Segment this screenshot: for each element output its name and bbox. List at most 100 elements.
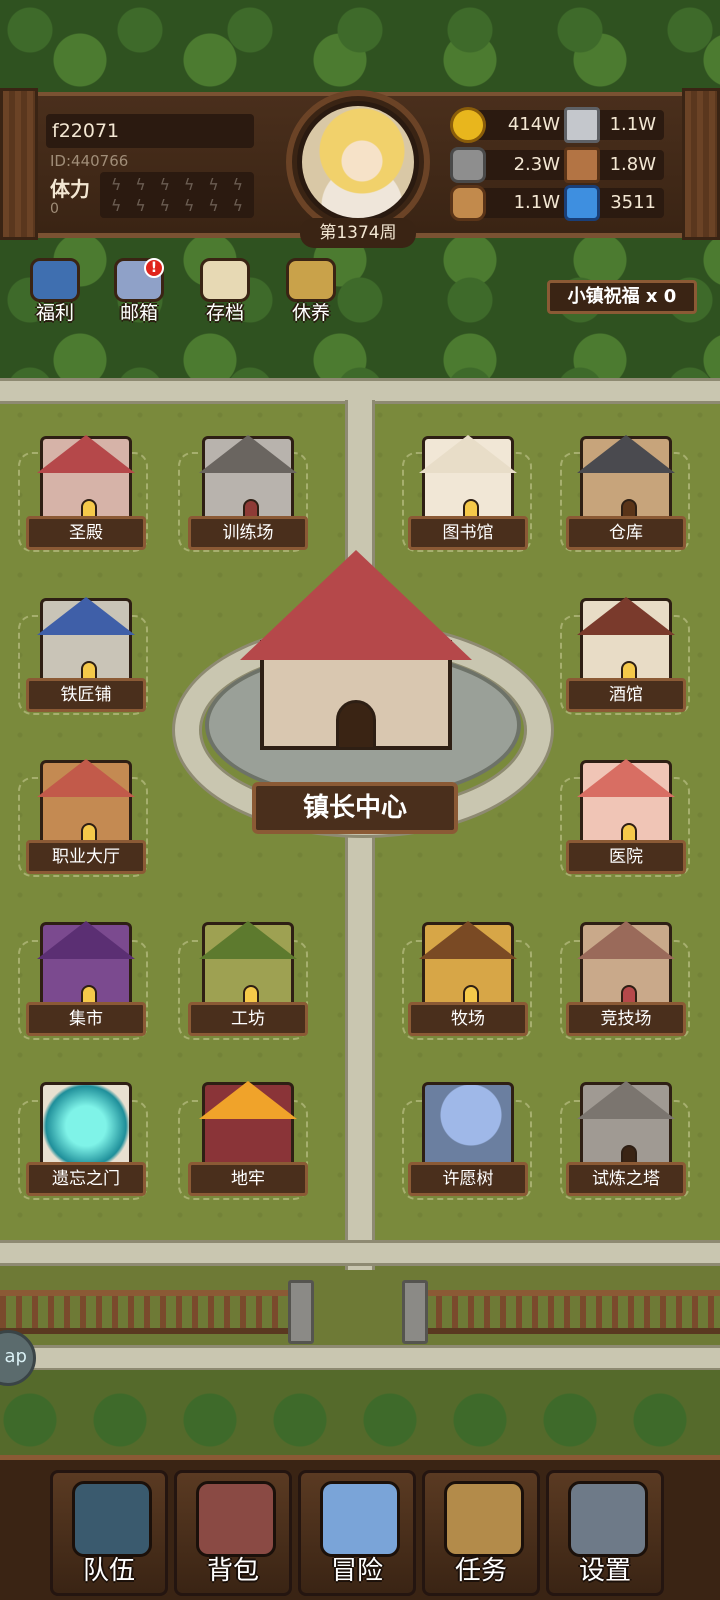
building-label: 仓库 — [566, 516, 686, 550]
wishing-tree-icon — [422, 1082, 514, 1170]
building-training-ground[interactable]: 训练场 — [188, 435, 308, 566]
hospital-icon — [577, 759, 675, 848]
building-market[interactable]: 集市 — [26, 921, 146, 1052]
quick-label: 休养 — [291, 302, 330, 324]
building-trial-tower[interactable]: 试炼之塔 — [566, 1081, 686, 1212]
crystal-value: 3511 — [592, 188, 664, 218]
building-label: 遗忘之门 — [26, 1162, 146, 1196]
road-center-south — [345, 830, 375, 1270]
header-frame-left — [0, 88, 38, 240]
nav-adventure-button[interactable]: 冒险 — [298, 1470, 416, 1596]
building-label: 职业大厅 — [26, 840, 146, 874]
leather-value: 1.8W — [592, 150, 664, 180]
player-name[interactable]: f22071 — [46, 114, 254, 148]
nav-label: 冒险 — [330, 1556, 383, 1586]
header-frame-right — [682, 88, 720, 240]
building-hospital[interactable]: 医院 — [566, 759, 686, 890]
gold-coin-icon — [450, 107, 486, 143]
leather-icon — [564, 147, 600, 183]
quick-mailbox-button[interactable]: ! 邮箱 — [104, 258, 174, 328]
quick-rest-button[interactable]: 休养 — [276, 258, 346, 328]
quest-scroll-icon — [444, 1481, 524, 1557]
week-counter: 第1374周 — [300, 218, 416, 248]
lightning-icon: ϟ — [159, 174, 171, 194]
blacksmith-icon — [37, 597, 135, 686]
quick-label: 存档 — [205, 302, 244, 324]
nav-backpack-button[interactable]: 背包 — [174, 1470, 292, 1596]
quick-save-button[interactable]: 存档 — [190, 258, 260, 328]
lightning-icon: ϟ — [183, 174, 195, 194]
building-label: 试炼之塔 — [566, 1162, 686, 1196]
nav-quest-button[interactable]: 任务 — [422, 1470, 540, 1596]
nav-settings-button[interactable]: 设置 — [546, 1470, 664, 1596]
lightning-icon: ϟ — [208, 195, 219, 215]
building-tavern[interactable]: 酒馆 — [566, 597, 686, 728]
gate-post-right — [402, 1280, 428, 1344]
workshop-icon — [199, 921, 297, 1010]
arena-icon — [577, 921, 675, 1010]
iron-ingot-icon — [564, 107, 600, 143]
building-blacksmith[interactable]: 铁匠铺 — [26, 597, 146, 728]
building-wishing-tree[interactable]: 许愿树 — [408, 1082, 528, 1212]
stone-ore-icon — [450, 147, 486, 183]
fence-left — [0, 1290, 290, 1334]
lightning-icon: ϟ — [110, 174, 122, 194]
building-arena[interactable]: 竞技场 — [566, 921, 686, 1052]
building-mayor-center[interactable] — [240, 550, 472, 760]
lightning-icon: ϟ — [232, 195, 244, 215]
scroll-icon — [200, 258, 250, 302]
training-ground-icon — [199, 435, 297, 524]
warehouse-icon — [577, 435, 675, 524]
stone-value: 2.3W — [474, 150, 568, 180]
lightning-icon: ϟ — [110, 195, 122, 215]
quick-welfare-button[interactable]: 福利 — [20, 258, 90, 328]
town-hall-door — [336, 700, 376, 750]
player-id: ID:440766 — [50, 152, 129, 170]
building-label: 许愿树 — [408, 1162, 528, 1196]
town-blessing-button[interactable]: 小镇祝福 x 0 — [547, 280, 697, 314]
nav-label: 设置 — [578, 1556, 631, 1586]
stamina-value: 0 — [50, 201, 59, 217]
town-hall-roof — [240, 550, 472, 660]
building-warehouse[interactable]: 仓库 — [566, 435, 686, 566]
backpack-icon — [196, 1481, 276, 1557]
building-forgotten-gate[interactable]: 遗忘之门 — [26, 1082, 146, 1212]
lightning-icon: ϟ — [208, 174, 219, 194]
building-label: 工坊 — [188, 1002, 308, 1036]
quick-label: 邮箱 — [119, 302, 158, 324]
building-label: 铁匠铺 — [26, 678, 146, 712]
building-dungeon[interactable]: 地牢 — [188, 1081, 308, 1212]
tower-icon — [577, 1081, 675, 1170]
building-label: 牧场 — [408, 1002, 528, 1036]
building-label: 医院 — [566, 840, 686, 874]
building-label: 训练场 — [188, 516, 308, 550]
stamina-label: 体力 — [50, 177, 90, 201]
blue-crystal-icon — [564, 185, 600, 221]
market-tent-icon — [37, 921, 135, 1010]
lightning-icon: ϟ — [135, 195, 146, 215]
rest-scroll-icon — [286, 258, 336, 302]
gear-icon — [568, 1481, 648, 1557]
building-label: 圣殿 — [26, 516, 146, 550]
lightning-icon: ϟ — [183, 195, 195, 215]
avatar[interactable] — [297, 101, 419, 223]
ranch-icon — [419, 921, 517, 1010]
building-library[interactable]: 图书馆 — [408, 435, 528, 566]
stamina-bar[interactable]: ϟ ϟ ϟ ϟ ϟ ϟ ϟ ϟ ϟ ϟ ϟ ϟ — [100, 172, 254, 218]
building-workshop[interactable]: 工坊 — [188, 921, 308, 1052]
wood-value: 1.1W — [474, 188, 568, 218]
building-class-hall[interactable]: 职业大厅 — [26, 759, 146, 890]
road-outer — [0, 1345, 720, 1371]
building-temple[interactable]: 圣殿 — [26, 435, 146, 566]
tavern-icon — [577, 597, 675, 686]
notification-badge: ! — [144, 258, 164, 278]
mayor-center-label[interactable]: 镇长中心 — [252, 782, 458, 834]
building-label: 酒馆 — [566, 678, 686, 712]
gate-post-left — [288, 1280, 314, 1344]
nav-label: 任务 — [454, 1556, 507, 1586]
building-ranch[interactable]: 牧场 — [408, 921, 528, 1052]
crossed-swords-icon — [320, 1481, 400, 1557]
class-hall-icon — [37, 759, 135, 848]
nav-team-button[interactable]: 队伍 — [50, 1470, 168, 1596]
forest-background-bottom — [0, 1370, 720, 1460]
